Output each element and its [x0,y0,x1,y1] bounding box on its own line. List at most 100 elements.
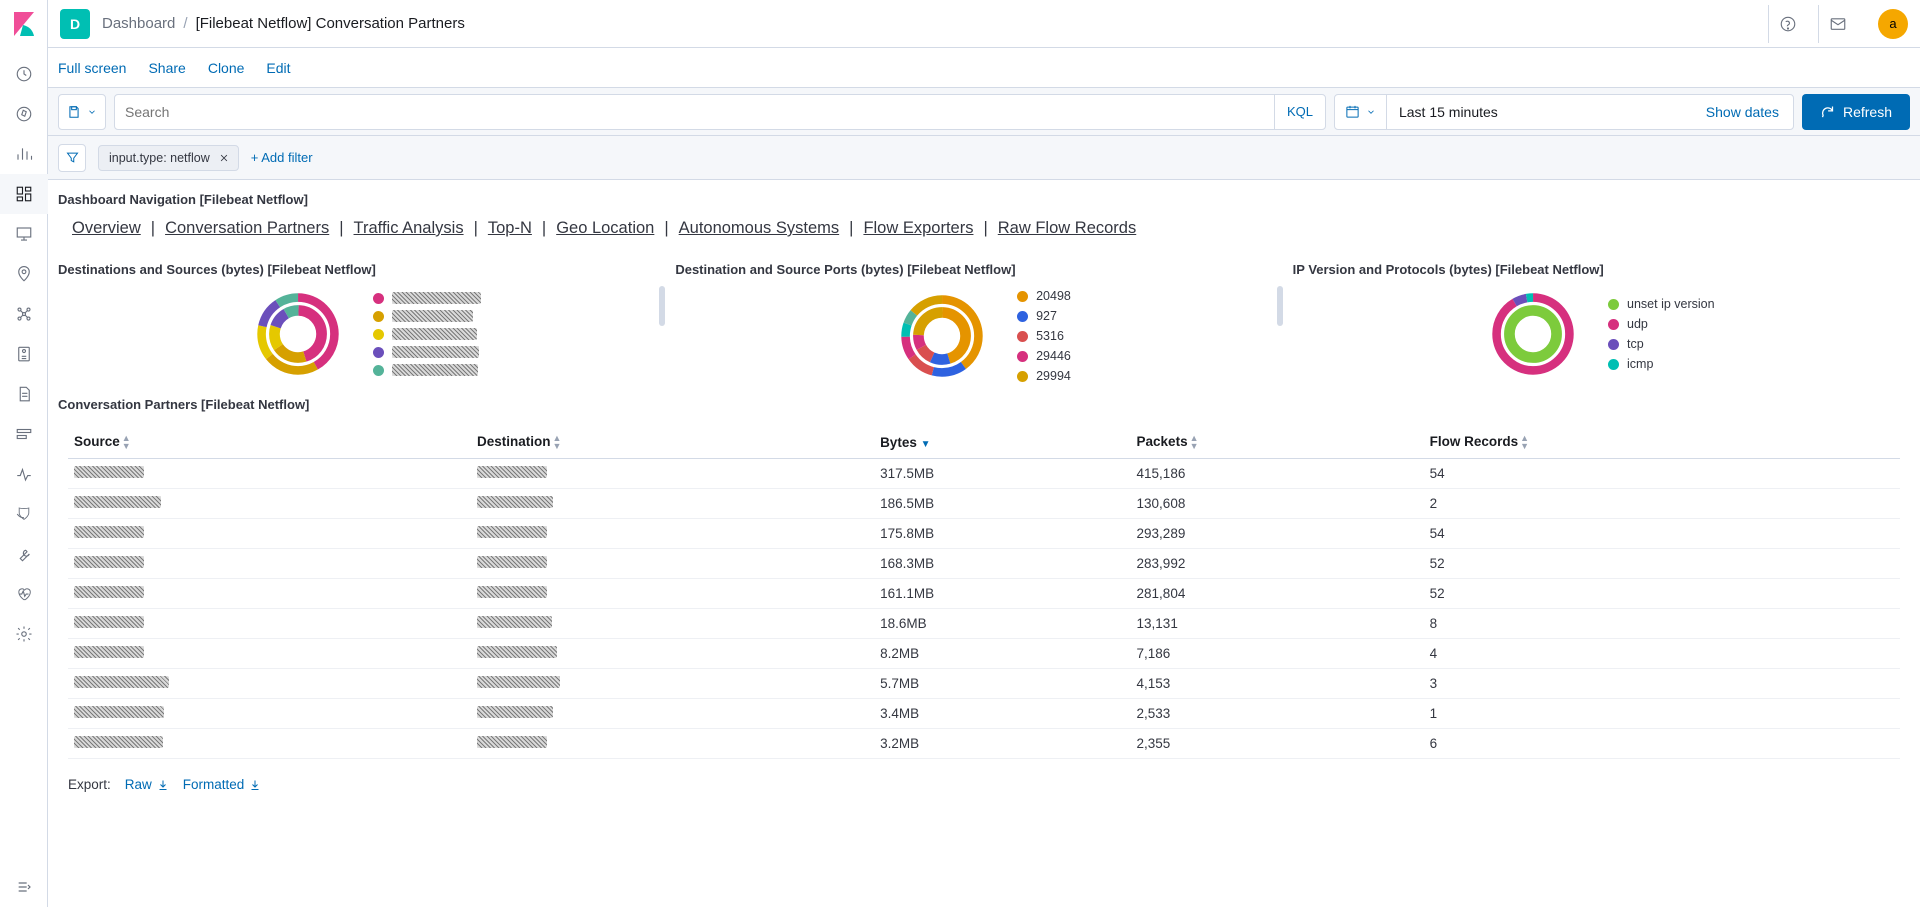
filter-pill[interactable]: input.type: netflow [98,145,239,171]
nav-link-geo-location[interactable]: Geo Location [552,219,658,238]
nav-devtools-icon[interactable] [0,534,48,574]
legend-item[interactable] [373,292,481,304]
edit-link[interactable]: Edit [266,60,290,76]
legend-item[interactable] [373,310,481,322]
breadcrumb-current: [Filebeat Netflow] Conversation Partners [196,15,465,32]
table-row: 186.5MB130,6082 [68,489,1900,519]
nav-link-flow-exporters[interactable]: Flow Exporters [859,219,977,238]
legend-item[interactable] [373,346,481,358]
search-box: KQL [114,94,1326,130]
legend-item[interactable]: 29994 [1017,369,1071,383]
user-avatar[interactable]: a [1878,9,1908,39]
donut-ipver [1488,289,1578,379]
legend-item[interactable]: 5316 [1017,329,1071,343]
nav-monitoring-icon[interactable] [0,574,48,614]
share-link[interactable]: Share [148,60,185,76]
legend-item[interactable]: 20498 [1017,289,1071,303]
nav-infrastructure-icon[interactable] [0,334,48,374]
filter-pill-remove-icon[interactable] [216,150,232,166]
legend-label: 29994 [1036,369,1071,383]
breadcrumb-root[interactable]: Dashboard [102,15,175,32]
legend-swatch [1608,299,1619,310]
cell-redacted [477,586,547,598]
nav-link-autonomous-systems[interactable]: Autonomous Systems [675,219,844,238]
legend-item[interactable] [373,364,481,376]
cell-redacted [74,586,144,598]
app-badge: D [60,9,90,39]
viz-ports: Destination and Source Ports (bytes) [Fi… [675,256,1292,387]
legend-swatch [1017,291,1028,302]
breadcrumb: Dashboard / [Filebeat Netflow] Conversat… [102,15,465,32]
col-packets[interactable]: Packets▲▼ [1131,426,1424,459]
search-input[interactable] [115,95,1274,129]
cell-bytes: 8.2MB [874,639,1130,669]
time-range-value[interactable]: Last 15 minutes [1387,95,1692,129]
cell-redacted [74,706,164,718]
legend-item[interactable]: 29446 [1017,349,1071,363]
nav-link-conversation-partners[interactable]: Conversation Partners [161,219,333,238]
nav-link-top-n[interactable]: Top-N [484,219,536,238]
cell-redacted [74,646,144,658]
nav-management-icon[interactable] [0,614,48,654]
cell-flow_records: 54 [1424,459,1900,489]
nav-canvas-icon[interactable] [0,214,48,254]
nav-ml-icon[interactable] [0,294,48,334]
sidebar-collapse-icon[interactable] [0,867,48,907]
cell-flow_records: 54 [1424,519,1900,549]
cell-redacted [74,616,144,628]
col-source[interactable]: Source▲▼ [68,426,471,459]
nav-siem-icon[interactable] [0,494,48,534]
query-bar: KQL Last 15 minutes Show dates Refresh [48,88,1920,136]
legend-item[interactable]: 927 [1017,309,1071,323]
full-screen-link[interactable]: Full screen [58,60,126,76]
kql-toggle[interactable]: KQL [1274,95,1325,129]
cell-packets: 283,992 [1131,549,1424,579]
cell-bytes: 161.1MB [874,579,1130,609]
filter-bar: input.type: netflow + Add filter [48,136,1920,180]
cell-packets: 293,289 [1131,519,1424,549]
col-destination[interactable]: Destination▲▼ [471,426,874,459]
legend-label: 29446 [1036,349,1071,363]
nav-recently-viewed-icon[interactable] [0,54,48,94]
cell-redacted [74,736,163,748]
col-flow-records[interactable]: Flow Records▲▼ [1424,426,1900,459]
table-row: 317.5MB415,18654 [68,459,1900,489]
nav-discover-icon[interactable] [0,94,48,134]
col-bytes[interactable]: Bytes ▼ [874,426,1130,459]
legend-scrollbar[interactable] [1277,286,1283,326]
nav-link-traffic-analysis[interactable]: Traffic Analysis [350,219,468,238]
clone-link[interactable]: Clone [208,60,245,76]
legend-item[interactable]: tcp [1608,337,1715,351]
export-raw-link[interactable]: Raw [125,777,169,792]
saved-query-button[interactable] [58,94,106,130]
cell-redacted [477,646,557,658]
show-dates-link[interactable]: Show dates [1692,95,1793,129]
export-formatted-link[interactable]: Formatted [183,777,262,792]
nav-uptime-icon[interactable] [0,454,48,494]
add-filter-link[interactable]: + Add filter [251,150,313,165]
nav-dashboard-icon[interactable] [0,174,48,214]
legend-item[interactable] [373,328,481,340]
nav-maps-icon[interactable] [0,254,48,294]
nav-visualize-icon[interactable] [0,134,48,174]
filter-settings-icon[interactable] [58,144,86,172]
cell-redacted [477,616,552,628]
legend-item[interactable]: udp [1608,317,1715,331]
legend-item[interactable]: icmp [1608,357,1715,371]
kibana-sidebar [0,0,48,907]
mail-icon[interactable] [1818,5,1856,43]
kibana-logo[interactable] [0,0,48,48]
cell-flow_records: 4 [1424,639,1900,669]
nav-link-overview[interactable]: Overview [68,219,145,238]
legend-label: tcp [1627,337,1644,351]
legend-scrollbar[interactable] [659,286,665,326]
newsfeed-icon[interactable] [1768,5,1806,43]
nav-apm-icon[interactable] [0,414,48,454]
nav-link-raw-flow-records[interactable]: Raw Flow Records [994,219,1140,238]
cell-flow_records: 52 [1424,549,1900,579]
nav-logs-icon[interactable] [0,374,48,414]
calendar-icon[interactable] [1335,95,1387,129]
legend-item[interactable]: unset ip version [1608,297,1715,311]
legend-label-redacted [392,346,479,358]
refresh-button[interactable]: Refresh [1802,94,1910,130]
